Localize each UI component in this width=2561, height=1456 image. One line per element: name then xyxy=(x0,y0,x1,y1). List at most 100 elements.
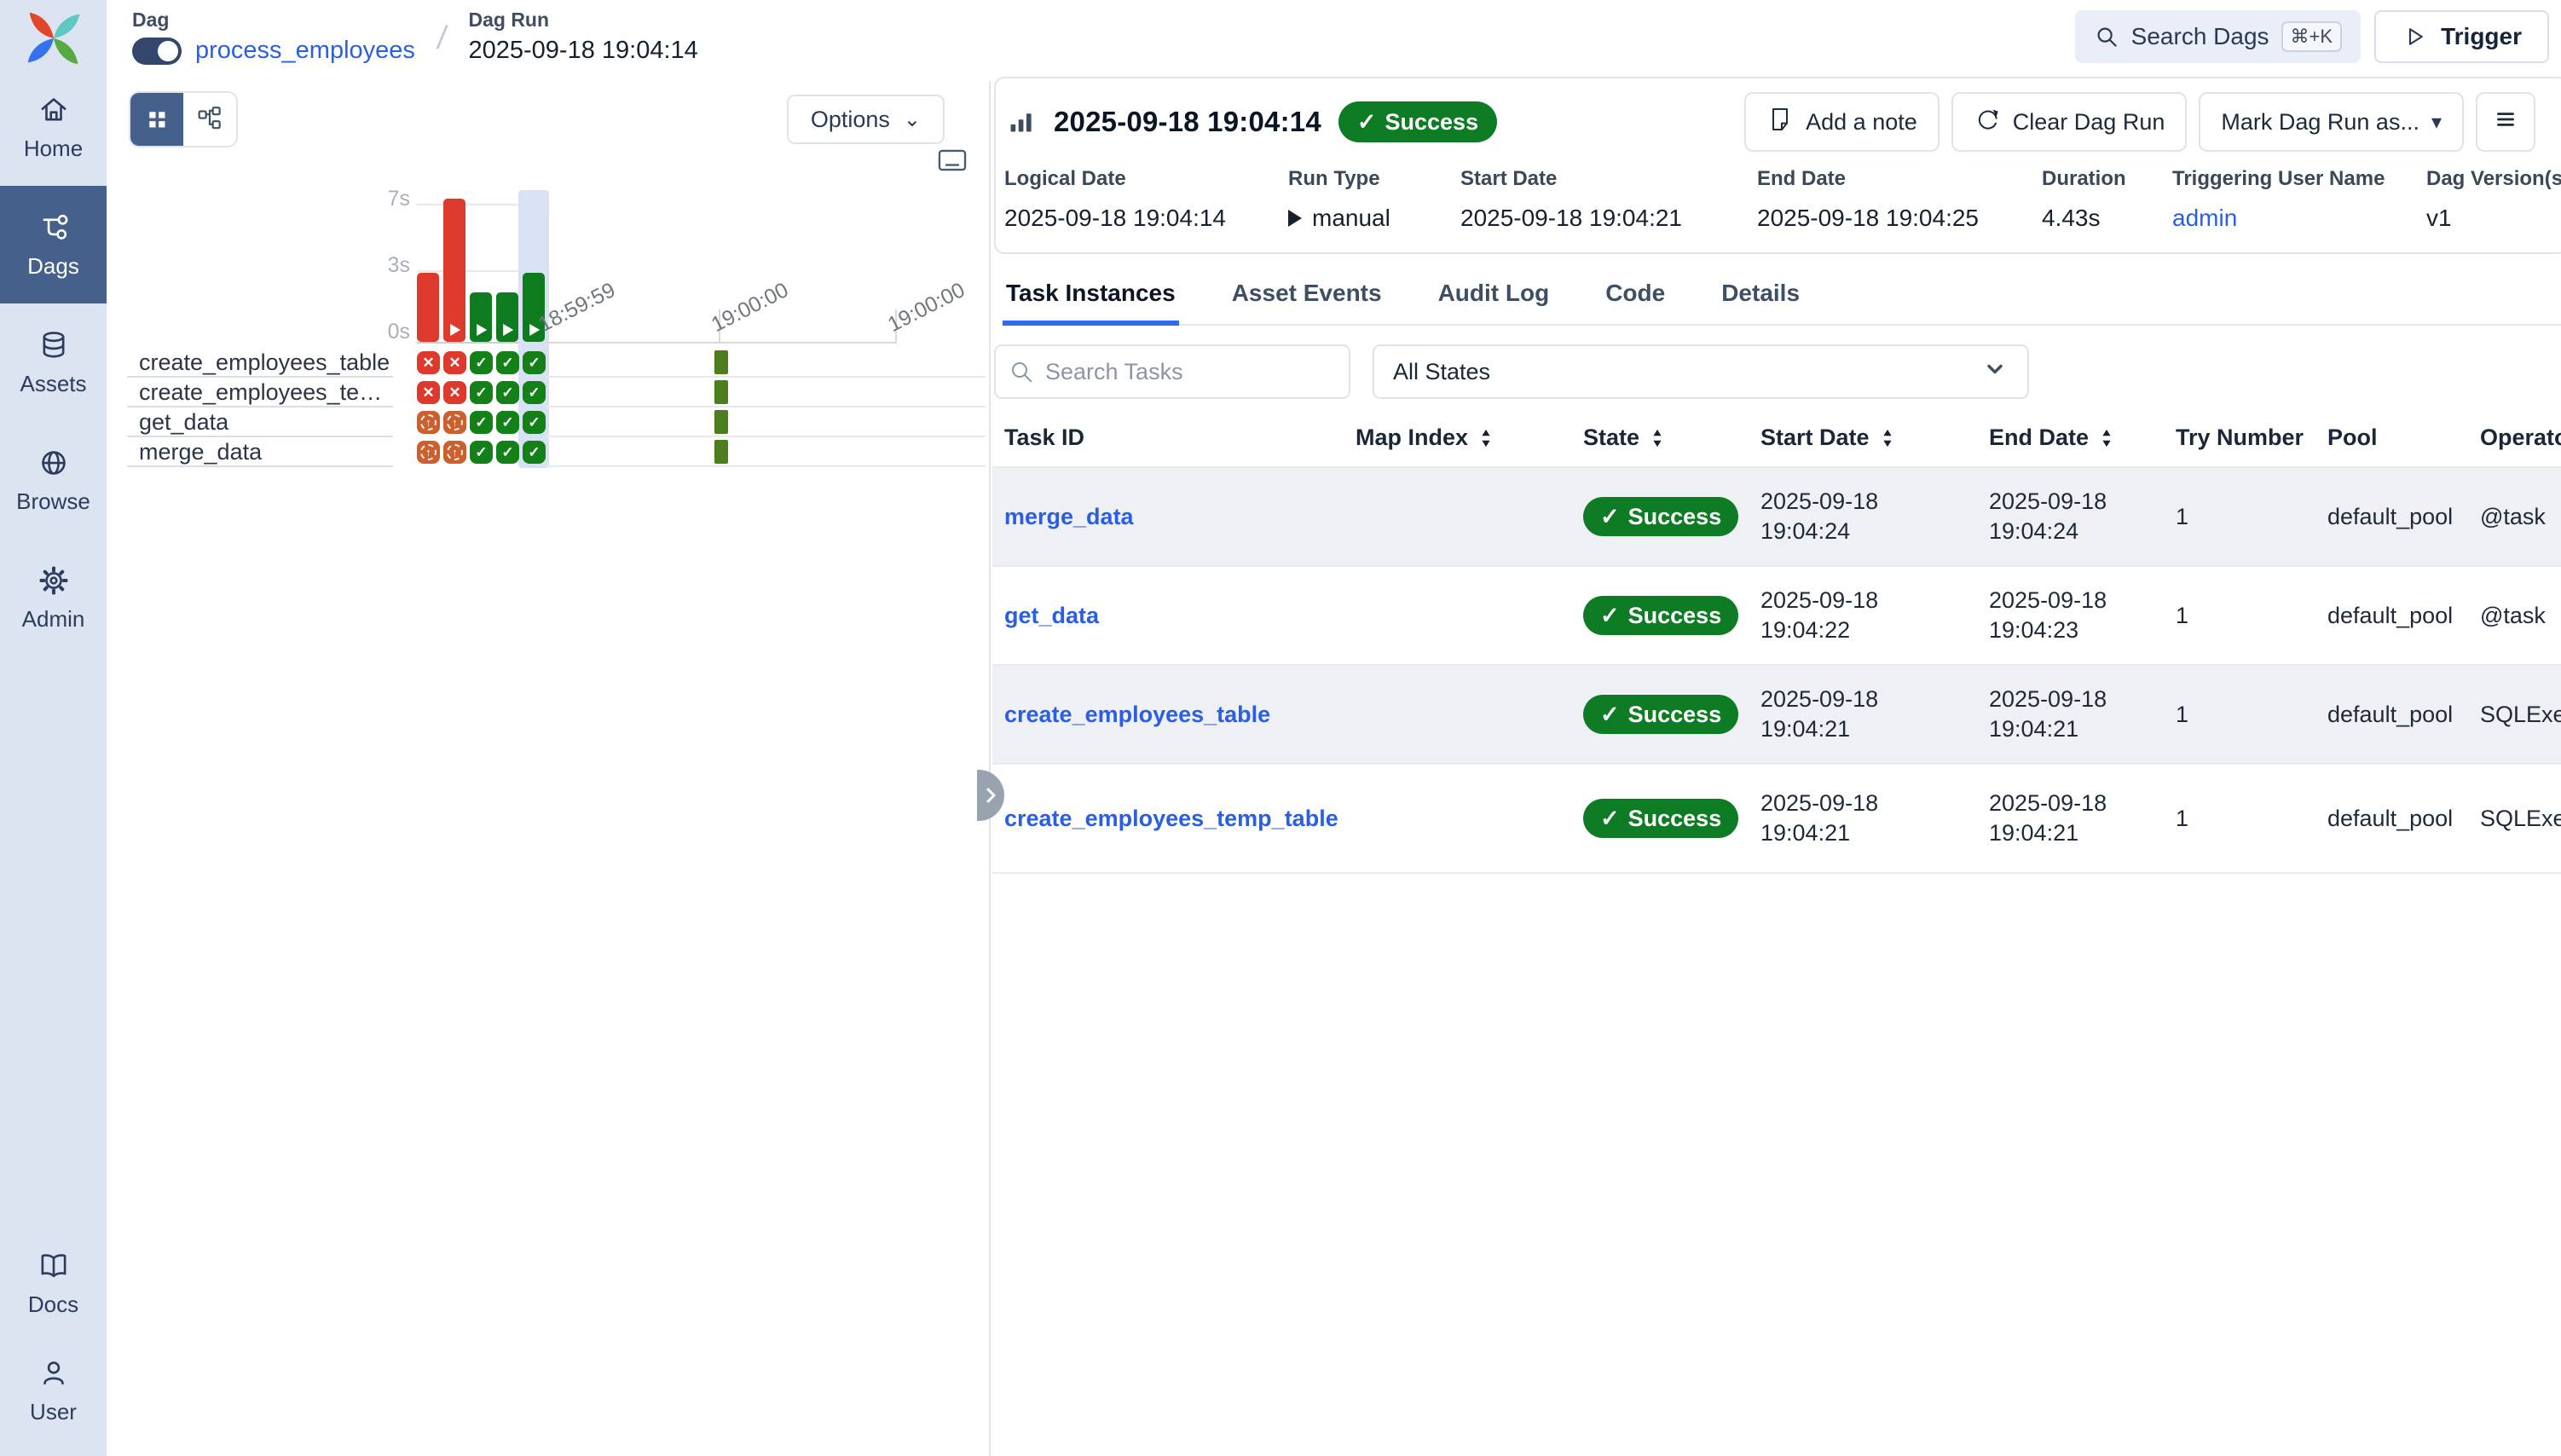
user-icon xyxy=(36,1355,72,1391)
dag-run-bar[interactable] xyxy=(496,292,518,342)
timeline-run-block[interactable] xyxy=(714,410,728,434)
grid-task-label[interactable]: get_data xyxy=(127,407,393,437)
task-instance-chip-upstream[interactable]: ↑ xyxy=(443,411,466,434)
add-note-button[interactable]: Add a note xyxy=(1744,92,1940,152)
sidebar-item-dags[interactable]: Dags xyxy=(0,186,107,303)
table-row: merge_data✓Success2025-09-18 19:04:24202… xyxy=(992,466,2561,565)
table-row: create_employees_temp_table✓Success2025-… xyxy=(992,763,2561,874)
task-instance-chip-failed[interactable]: ✕ xyxy=(417,381,440,404)
meta-field: Duration4.43s xyxy=(2042,167,2172,232)
sort-icon[interactable] xyxy=(1477,427,1495,449)
sidebar: Home Dags AssetsBrowseAdmin DocsUser xyxy=(0,0,107,1456)
task-instance-chip-upstream[interactable]: ↑ xyxy=(417,441,440,464)
browse-icon xyxy=(36,445,72,481)
task-instance-chip-success[interactable]: ✓ xyxy=(470,411,493,434)
tab-asset-events[interactable]: Asset Events xyxy=(1228,271,1385,326)
task-id-link[interactable]: get_data xyxy=(1004,600,1099,631)
task-id-link[interactable]: create_employees_temp_table xyxy=(1004,803,1338,834)
sidebar-item-user[interactable]: User xyxy=(0,1337,107,1444)
timeline-run-block[interactable] xyxy=(714,440,728,464)
task-instance-chip-success[interactable]: ✓ xyxy=(523,411,546,434)
timeline-run-block[interactable] xyxy=(714,350,728,374)
time-axis-label: 19:00:00 xyxy=(708,269,810,338)
task-instance-chip-success[interactable]: ✓ xyxy=(496,381,519,404)
task-instance-chip-upstream[interactable]: ↑ xyxy=(417,411,440,434)
dag-run-bar[interactable] xyxy=(470,292,492,342)
sidebar-item-browse[interactable]: Browse xyxy=(0,421,107,539)
sidebar-item-docs[interactable]: Docs xyxy=(0,1229,107,1337)
trigger-button[interactable]: Trigger xyxy=(2374,10,2549,63)
sidebar-item-assets[interactable]: Assets xyxy=(0,303,107,421)
task-instance-chip-success[interactable]: ✓ xyxy=(496,411,519,434)
dag-run-bar[interactable] xyxy=(443,199,465,342)
grid-task-label[interactable]: create_employees_table xyxy=(127,348,393,378)
task-instance-chip-success[interactable]: ✓ xyxy=(523,441,546,464)
search-dags-button[interactable]: Search Dags ⌘+K xyxy=(2075,10,2361,63)
timeline-run-block[interactable] xyxy=(714,380,728,404)
upstream-failed-icon: ↑ xyxy=(447,414,463,430)
tab-task-instances[interactable]: Task Instances xyxy=(1003,271,1179,326)
try-number-cell: 1 xyxy=(2176,603,2327,629)
dag-name-link[interactable]: process_employees xyxy=(195,37,415,65)
task-instance-chip-success[interactable]: ✓ xyxy=(496,351,519,374)
table-header-row: Task IDMap IndexStateStart DateEnd DateT… xyxy=(992,425,2561,451)
breadcrumb-separator: / xyxy=(435,20,449,57)
task-instance-chip-failed[interactable]: ✕ xyxy=(417,351,440,374)
run-tabs: Task Instances Asset Events Audit Log Code D… xyxy=(1003,271,2561,326)
end-date-cell: 2025-09-18 19:04:24 xyxy=(1989,487,2144,546)
task-instance-chip-success[interactable]: ✓ xyxy=(496,441,519,464)
task-id-cell: get_data xyxy=(992,600,1356,631)
sidebar-item-admin[interactable]: Admin xyxy=(0,539,107,656)
task-id-link[interactable]: create_employees_table xyxy=(1004,699,1270,730)
task-instance-chip-failed[interactable]: ✕ xyxy=(443,381,466,404)
task-instance-chip-success[interactable]: ✓ xyxy=(470,381,493,404)
task-instances-table: Task IDMap IndexStateStart DateEnd DateT… xyxy=(992,425,2561,874)
sort-icon[interactable] xyxy=(1878,427,1897,449)
task-instance-chip-upstream[interactable]: ↑ xyxy=(443,441,466,464)
end-date-cell: 2025-09-18 19:04:21 xyxy=(1989,789,2144,848)
trigger-label: Trigger xyxy=(2441,23,2522,50)
sort-icon[interactable] xyxy=(2097,427,2116,449)
column-header-state[interactable]: State xyxy=(1583,425,1760,451)
meta-field: Logical Date2025-09-18 19:04:14 xyxy=(1004,167,1288,232)
search-shortcut-badge: ⌘+K xyxy=(2281,21,2343,52)
content-split: Options ⌄ 7s3s0s18:59:5919:00:0019:00:00… xyxy=(107,81,2561,1456)
run-menu-button[interactable] xyxy=(2476,92,2535,152)
dag-run-bar[interactable] xyxy=(523,273,545,342)
try-number-cell: 1 xyxy=(2176,504,2327,530)
check-icon: ✓ xyxy=(1357,109,1377,136)
mark-dag-run-as-button[interactable]: Mark Dag Run as... ▾ xyxy=(2199,92,2464,152)
upstream-failed-icon: ↑ xyxy=(420,414,436,430)
dag-run-bar[interactable] xyxy=(417,273,439,342)
triggering-user-link[interactable]: admin xyxy=(2172,205,2426,232)
grid-task-label[interactable]: merge_data xyxy=(127,437,393,467)
task-timeline-row xyxy=(546,437,986,467)
task-instance-chip-success[interactable]: ✓ xyxy=(470,441,493,464)
task-id-link[interactable]: merge_data xyxy=(1004,501,1134,532)
column-header-map-index[interactable]: Map Index xyxy=(1356,425,1583,451)
state-cell: ✓Success xyxy=(1583,695,1760,734)
task-instance-chip-failed[interactable]: ✕ xyxy=(443,351,466,374)
airflow-logo[interactable] xyxy=(26,10,82,66)
sidebar-item-home[interactable]: Home xyxy=(0,68,107,186)
task-instance-chip-success[interactable]: ✓ xyxy=(470,351,493,374)
manual-run-icon xyxy=(477,324,487,336)
play-icon xyxy=(1288,210,1302,227)
grid-task-label[interactable]: create_employees_temp_table xyxy=(127,378,393,407)
hamburger-menu-icon xyxy=(2491,105,2520,140)
task-instance-chip-success[interactable]: ✓ xyxy=(523,351,546,374)
tab-audit-log[interactable]: Audit Log xyxy=(1435,271,1553,326)
sort-icon[interactable] xyxy=(1648,427,1667,449)
task-instance-chip-success[interactable]: ✓ xyxy=(523,381,546,404)
column-header-start-date[interactable]: Start Date xyxy=(1760,425,1989,451)
tab-code[interactable]: Code xyxy=(1602,271,1668,326)
state-filter-select[interactable]: All States xyxy=(1373,344,2029,399)
dag-pause-toggle[interactable] xyxy=(132,38,182,65)
column-header-end-date[interactable]: End Date xyxy=(1989,425,2176,451)
clear-dag-run-button[interactable]: Clear Dag Run xyxy=(1951,92,2188,152)
upstream-failed-icon: ↑ xyxy=(447,444,463,460)
sidebar-item-label: Dags xyxy=(27,253,79,280)
pool-cell: default_pool xyxy=(2327,806,2480,832)
search-tasks-input[interactable] xyxy=(994,344,1350,399)
tab-details[interactable]: Details xyxy=(1718,271,1803,326)
